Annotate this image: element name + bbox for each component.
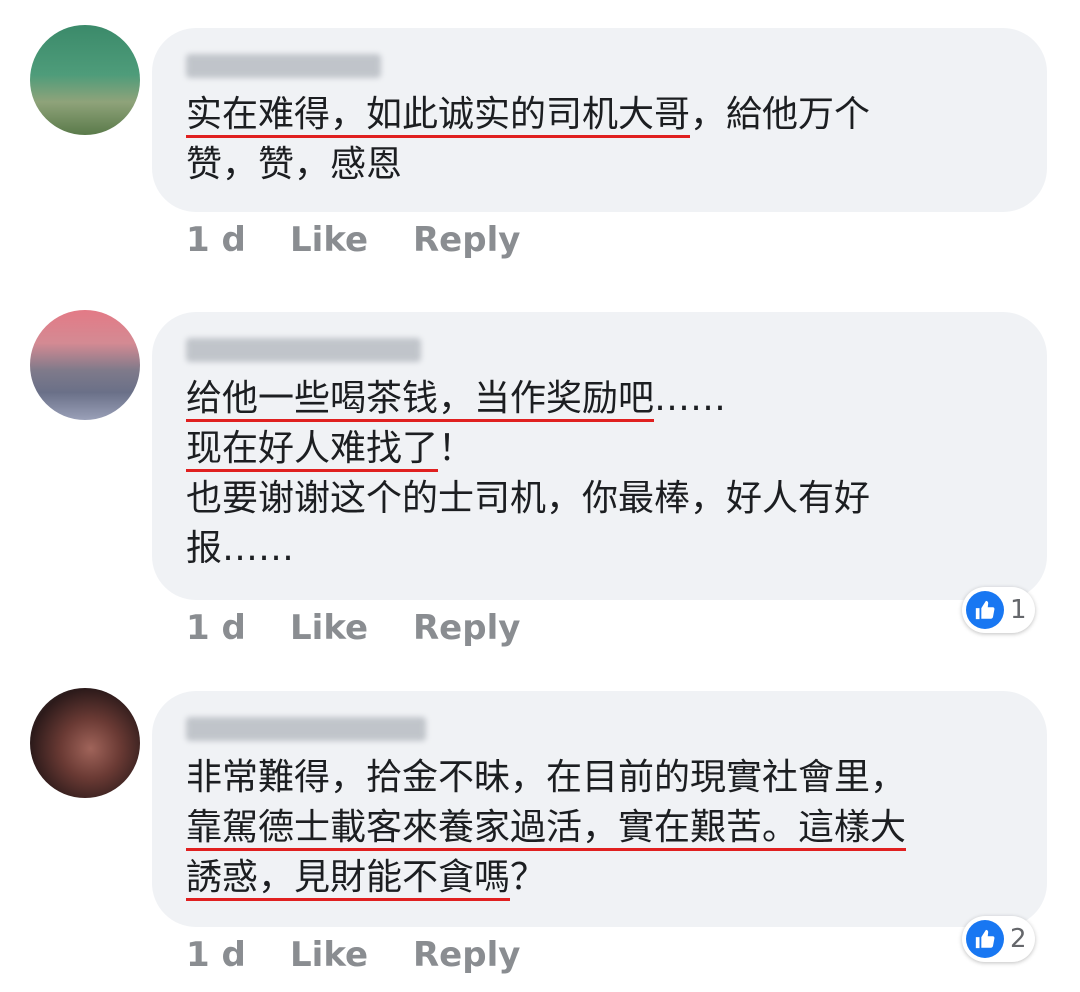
reply-button[interactable]: Reply — [413, 220, 520, 260]
avatar[interactable] — [30, 25, 140, 135]
like-button[interactable]: Like — [290, 935, 368, 975]
thumbs-up-icon — [966, 591, 1004, 629]
underlined-text: 给他一些喝茶钱，当作奖励吧 — [186, 378, 655, 422]
thumbs-up-icon — [966, 920, 1004, 958]
avatar[interactable] — [30, 310, 140, 420]
underlined-text: 誘惑，見財能不貪嗎 — [186, 857, 511, 901]
reaction-count: 1 — [1010, 595, 1027, 625]
reaction-badge[interactable]: 2 — [962, 916, 1035, 962]
underlined-text: 实在难得，如此诚实的司机大哥 — [186, 94, 691, 138]
text-line: 赞，赞，感恩 — [186, 144, 403, 185]
text-segment: ？ — [510, 857, 547, 898]
timestamp[interactable]: 1 d — [186, 608, 246, 648]
comment-text: 非常難得，拾金不昧，在目前的現實社會里， 靠駕德士載客來養家過活，實在艱苦。這樣… — [186, 753, 986, 903]
like-button[interactable]: Like — [290, 608, 368, 648]
reply-button[interactable]: Reply — [413, 608, 520, 648]
timestamp[interactable]: 1 d — [186, 220, 246, 260]
underlined-text: 现在好人难找了 — [186, 428, 439, 472]
comment-bubble: 给他一些喝茶钱，当作奖励吧…… 现在好人难找了！ 也要谢谢这个的士司机，你最棒，… — [152, 312, 1047, 600]
comment-text: 给他一些喝茶钱，当作奖励吧…… 现在好人难找了！ 也要谢谢这个的士司机，你最棒，… — [186, 374, 986, 574]
author-name[interactable] — [186, 54, 381, 78]
avatar[interactable] — [30, 688, 140, 798]
reaction-badge[interactable]: 1 — [962, 587, 1035, 633]
reaction-count: 2 — [1010, 924, 1027, 954]
author-name[interactable] — [186, 717, 426, 741]
underlined-text: 靠駕德士載客來養家過活，實在艱苦。這樣大 — [186, 807, 907, 851]
comment-text: 实在难得，如此诚实的司机大哥，給他万个 赞，赞，感恩 — [186, 90, 986, 190]
comment-bubble: 非常難得，拾金不昧，在目前的現實社會里， 靠駕德士載客來養家過活，實在艱苦。這樣… — [152, 691, 1047, 927]
reply-button[interactable]: Reply — [413, 935, 520, 975]
text-line: 非常難得，拾金不昧，在目前的現實社會里， — [186, 757, 907, 798]
timestamp[interactable]: 1 d — [186, 935, 246, 975]
text-line: 报…… — [186, 528, 295, 569]
text-line: 也要谢谢这个的士司机，你最棒，好人有好 — [186, 478, 871, 519]
like-button[interactable]: Like — [290, 220, 368, 260]
text-segment: ，給他万个 — [690, 94, 871, 135]
author-name[interactable] — [186, 338, 421, 362]
text-segment: …… — [654, 378, 727, 419]
comment-bubble: 实在难得，如此诚实的司机大哥，給他万个 赞，赞，感恩 — [152, 28, 1047, 212]
text-segment: ！ — [438, 428, 475, 469]
